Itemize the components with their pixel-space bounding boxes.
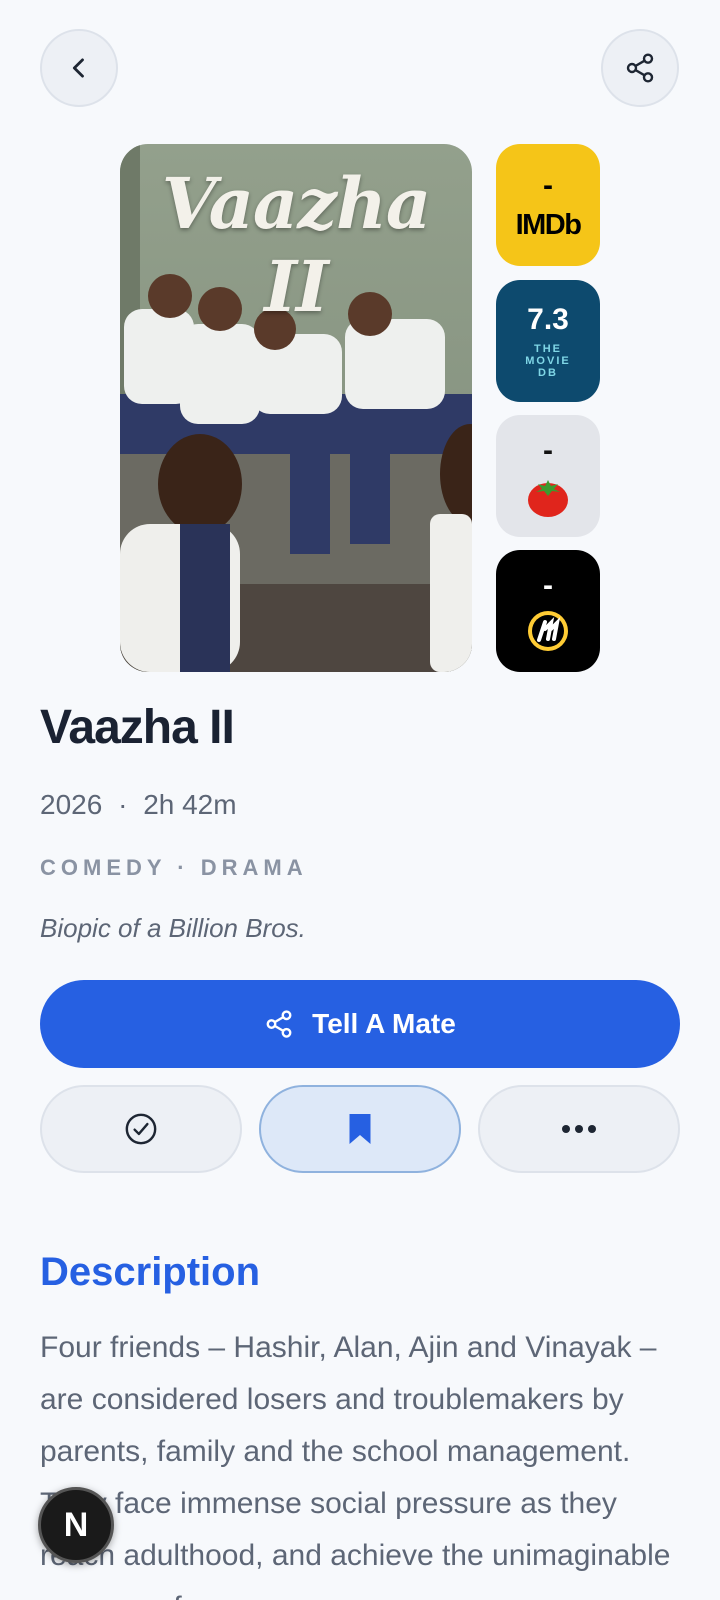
movie-poster[interactable]: Vaazha II xyxy=(120,144,472,672)
rotten-tomatoes-rating[interactable]: - xyxy=(496,415,600,537)
more-options-button[interactable] xyxy=(478,1085,680,1173)
tmdb-logo: THE MOVIE DB xyxy=(525,343,570,379)
tmdb-logo-line: MOVIE xyxy=(525,355,571,367)
tmdb-rating[interactable]: 7.3 THE MOVIE DB xyxy=(496,280,600,402)
tmdb-logo-line: DB xyxy=(538,367,558,379)
runtime: 2h 42m xyxy=(143,789,237,820)
bookmark-icon xyxy=(349,1114,371,1144)
check-circle-icon xyxy=(125,1113,157,1145)
tomato-score: - xyxy=(543,434,553,467)
poster-title: Vaazha II xyxy=(161,162,432,328)
tagline: Biopic of a Billion Bros. xyxy=(40,913,306,943)
share-icon xyxy=(266,1010,292,1038)
imdb-rating[interactable]: - IMDb xyxy=(496,144,600,266)
mark-watched-button[interactable] xyxy=(40,1085,242,1173)
share-icon xyxy=(626,53,654,83)
more-icon xyxy=(562,1125,596,1133)
back-button[interactable] xyxy=(40,29,118,107)
chevron-left-icon xyxy=(72,58,84,78)
tell-a-mate-label: Tell A Mate xyxy=(312,1008,456,1039)
tomato-icon xyxy=(528,480,568,517)
share-button[interactable] xyxy=(601,29,679,107)
genres: COMEDY · DRAMA xyxy=(40,855,308,880)
tell-a-mate-button[interactable]: Tell A Mate xyxy=(40,980,680,1068)
description-text: Four friends – Hashir, Alan, Ajin and Vi… xyxy=(40,1331,671,1600)
imdb-score: - xyxy=(543,168,553,202)
metacritic-score: - xyxy=(543,569,553,602)
imdb-logo: IMDb xyxy=(515,208,582,241)
metacritic-rating[interactable]: - xyxy=(496,550,600,672)
metacritic-icon xyxy=(528,611,568,651)
meta-separator: · xyxy=(118,789,128,820)
release-year: 2026 xyxy=(40,789,103,820)
next-badge[interactable]: N xyxy=(38,1487,114,1563)
tmdb-logo-line: THE xyxy=(533,343,562,355)
watchlist-button[interactable] xyxy=(259,1085,461,1173)
description-heading: Description xyxy=(40,1250,261,1294)
movie-title: Vaazha II xyxy=(40,701,235,754)
movie-meta: 2026 · 2h 42m xyxy=(40,789,237,821)
tmdb-score: 7.3 xyxy=(527,303,569,336)
